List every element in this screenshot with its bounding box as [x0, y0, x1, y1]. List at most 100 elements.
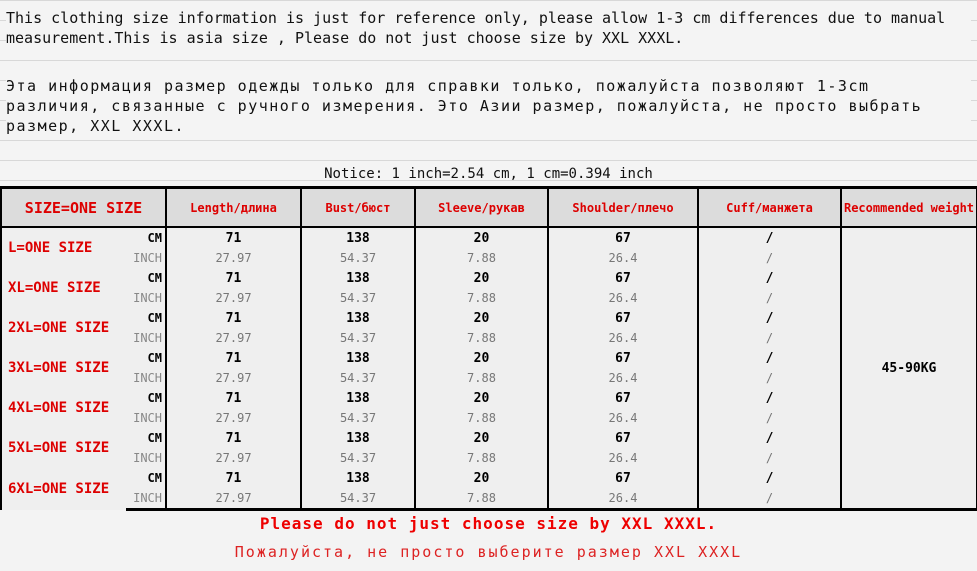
measurement-cell: /: [697, 328, 842, 348]
column-header: Sleeve/рукав: [414, 186, 549, 228]
table-row: XL=ONE SIZE CM 71 138 20 67/: [0, 268, 977, 308]
table-row: INCH 27.97 54.37 7.88 26.4/: [1, 248, 977, 268]
measurement-cell: 67: [547, 428, 699, 448]
column-header: Bust/бюст: [300, 186, 416, 228]
unit-label: INCH: [126, 328, 167, 348]
measurement-cell: 138: [300, 308, 416, 328]
measurement-cell: 26.4: [547, 328, 699, 348]
size-label: 3XL=ONE SIZE: [0, 348, 126, 388]
measurement-cell: 26.4: [547, 408, 699, 428]
measurement-cell: /: [697, 348, 842, 368]
table-row: L=ONE SIZE CM 71 138 20 67/45-90KG: [0, 227, 977, 511]
measurement-cell: 26.4: [547, 248, 699, 268]
measurement-cell: 54.37: [300, 288, 416, 308]
measurement-cell: 54.37: [300, 408, 416, 428]
table-row: 2XL=ONE SIZE CM 71 138 20 67/: [0, 308, 977, 348]
measurement-cell: 71: [165, 348, 302, 368]
unit-label: INCH: [126, 408, 167, 428]
measurement-cell: 7.88: [414, 448, 549, 468]
measurement-cell: /: [697, 488, 842, 511]
measurement-cell: 27.97: [165, 488, 302, 511]
measurement-cell: 20: [414, 227, 549, 248]
table-row: 4XL=ONE SIZE CM 71 138 20 67/: [0, 388, 977, 428]
measurement-cell: 7.88: [414, 248, 549, 268]
measurement-cell: /: [697, 408, 842, 428]
measurement-cell: /: [697, 227, 842, 248]
unit-label: CM: [126, 227, 167, 248]
unit-label: CM: [126, 308, 167, 328]
measurement-cell: 27.97: [165, 288, 302, 308]
measurement-cell: 138: [300, 348, 416, 368]
unit-label: INCH: [126, 488, 167, 511]
column-header: Recommended weight: [840, 186, 977, 228]
size-label: 6XL=ONE SIZE: [0, 468, 126, 510]
measurement-cell: 20: [414, 388, 549, 408]
intro-russian: Эта информация размер одежды только для …: [6, 76, 971, 136]
measurement-cell: /: [697, 368, 842, 388]
measurement-cell: 20: [414, 348, 549, 368]
table-row: INCH 27.97 54.37 7.88 26.4/: [1, 368, 977, 388]
intro-section: This clothing size information is just f…: [0, 0, 977, 186]
measurement-cell: /: [697, 448, 842, 468]
measurement-cell: 54.37: [300, 328, 416, 348]
measurement-cell: 26.4: [547, 288, 699, 308]
column-header: Shoulder/плечо: [547, 186, 699, 228]
unit-label: INCH: [126, 368, 167, 388]
measurement-cell: 54.37: [300, 448, 416, 468]
measurement-cell: 67: [547, 227, 699, 248]
table-row: INCH 27.97 54.37 7.88 26.4/: [1, 408, 977, 428]
table-row: 5XL=ONE SIZE CM 71 138 20 67/: [0, 428, 977, 468]
column-header: SIZE=ONE SIZE: [0, 186, 167, 228]
measurement-cell: 138: [300, 227, 416, 248]
size-label: 4XL=ONE SIZE: [0, 388, 126, 428]
measurement-cell: 54.37: [300, 368, 416, 388]
measurement-cell: 138: [300, 268, 416, 288]
unit-label: CM: [126, 388, 167, 408]
measurement-cell: /: [697, 308, 842, 328]
table-row: 3XL=ONE SIZE CM 71 138 20 67/: [0, 348, 977, 388]
unit-label: INCH: [126, 248, 167, 268]
measurement-cell: 27.97: [165, 368, 302, 388]
measurement-cell: 67: [547, 348, 699, 368]
measurement-cell: 71: [165, 308, 302, 328]
measurement-cell: 138: [300, 388, 416, 408]
header-row: SIZE=ONE SIZE Length/длина Bust/бюст Sleeve…: [0, 186, 977, 228]
measurement-cell: 20: [414, 468, 549, 488]
measurement-cell: 26.4: [547, 368, 699, 388]
unit-label: INCH: [126, 448, 167, 468]
measurement-cell: 26.4: [547, 488, 699, 511]
measurement-cell: 27.97: [165, 408, 302, 428]
table-row: INCH 27.97 54.37 7.88 26.4/: [1, 488, 977, 511]
measurement-cell: 71: [165, 388, 302, 408]
measurement-cell: /: [697, 388, 842, 408]
size-label: 5XL=ONE SIZE: [0, 428, 126, 468]
measurement-cell: 27.97: [165, 248, 302, 268]
unit-label: CM: [126, 348, 167, 368]
unit-label: CM: [126, 268, 167, 288]
measurement-cell: 67: [547, 308, 699, 328]
measurement-cell: 20: [414, 308, 549, 328]
size-label: 2XL=ONE SIZE: [0, 308, 126, 348]
unit-label: CM: [126, 468, 167, 488]
measurement-cell: 26.4: [547, 448, 699, 468]
measurement-cell: 7.88: [414, 328, 549, 348]
table-row: 6XL=ONE SIZE CM 71 138 20 67/: [0, 468, 977, 510]
intro-english: This clothing size information is just f…: [6, 8, 971, 48]
measurement-cell: 71: [165, 468, 302, 488]
measurement-cell: 7.88: [414, 488, 549, 511]
measurement-cell: /: [697, 428, 842, 448]
measurement-cell: 27.97: [165, 448, 302, 468]
measurement-cell: 7.88: [414, 368, 549, 388]
measurement-cell: /: [697, 288, 842, 308]
footer-russian: Пожалуйста, не просто выберите размер XX…: [234, 543, 743, 561]
column-header: Cuff/манжета: [697, 186, 842, 228]
measurement-cell: 27.97: [165, 328, 302, 348]
table-row: INCH 27.97 54.37 7.88 26.4/: [1, 328, 977, 348]
recommended-weight: 45-90KG: [840, 227, 977, 511]
measurement-cell: /: [697, 468, 842, 488]
measurement-cell: /: [697, 248, 842, 268]
measurement-cell: 67: [547, 388, 699, 408]
column-header: Length/длина: [165, 186, 302, 228]
unit-label: CM: [126, 428, 167, 448]
measurement-cell: 138: [300, 468, 416, 488]
